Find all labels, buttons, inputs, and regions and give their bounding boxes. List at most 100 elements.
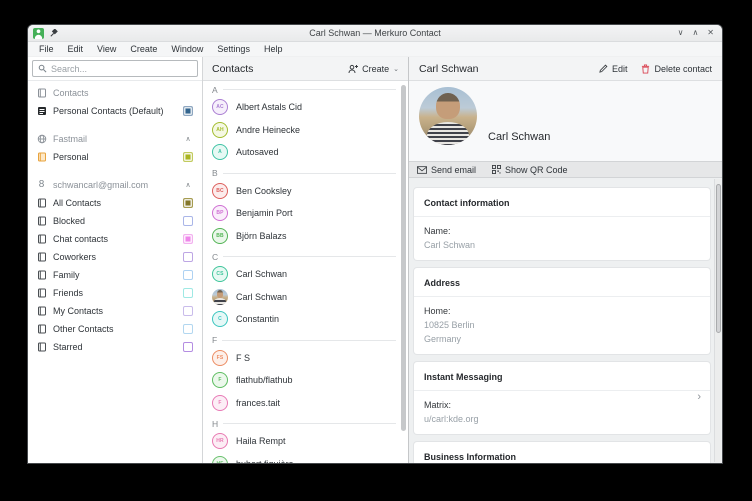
sidebar-item-all-contacts[interactable]: All Contacts [34,194,195,212]
create-button[interactable]: Create ⌄ [348,64,399,74]
sidebar-item-my-contacts[interactable]: My Contacts [34,302,195,320]
sidebar-list: Contacts Personal Contacts (Default) Fas… [28,81,202,463]
checkbox-chat-contacts[interactable] [183,234,193,244]
avatar: BB [212,228,228,244]
person-add-icon [348,64,358,74]
detail-scroll-area: Contact information Name: Carl Schwan Ad… [409,178,722,463]
contact-row[interactable]: F frances.tait [203,392,408,415]
menu-edit[interactable]: Edit [61,44,91,54]
contact-row[interactable]: AC Albert Astals Cid [203,96,408,119]
checkbox-family[interactable] [183,270,193,280]
chevron-up-icon[interactable]: ∧ [183,181,193,189]
checkbox-starred[interactable] [183,342,193,352]
field-label: Name: [424,226,700,236]
sidebar-item-other-contacts[interactable]: Other Contacts [34,320,195,338]
maximize-button[interactable]: ∧ [692,28,698,38]
contact-row[interactable]: FS F S [203,347,408,370]
card-title: Address [414,276,710,297]
contact-list: A AC Albert Astals Cid AH Andre Heinecke… [203,81,408,463]
contact-name: Ben Cooksley [236,186,292,196]
contact-row[interactable]: C Constantin [203,308,408,331]
card-title: Contact information [414,196,710,217]
address-book-icon [36,288,47,299]
menu-window[interactable]: Window [164,44,210,54]
card-title: Business Information [414,450,710,463]
minimize-button[interactable]: ∨ [678,28,684,38]
group-header: F [203,334,408,347]
contact-row[interactable]: F flathub/flathub [203,369,408,392]
field-value: 10825 Berlin [424,320,700,330]
qr-code-icon [492,165,501,174]
field-value: u/carl:kde.org [424,414,700,424]
checkbox-my-contacts[interactable] [183,306,193,316]
address-book-icon [36,342,47,353]
sidebar-item-personal[interactable]: Personal [34,148,195,166]
contact-row[interactable]: BP Benjamin Port [203,202,408,225]
search-icon [38,64,47,73]
contact-row[interactable]: HR Haila Rempt [203,430,408,453]
avatar: AC [212,99,228,115]
contact-actions-toolbar: Send email Show QR Code [409,161,722,178]
sidebar-item-label: Coworkers [53,252,177,262]
sidebar-item-friends[interactable]: Friends [34,284,195,302]
group-header: A [203,83,408,96]
menu-settings[interactable]: Settings [210,44,257,54]
card-title: Instant Messaging [414,370,710,391]
search-input[interactable] [51,64,192,74]
field-label: Matrix: [424,400,700,410]
checkbox-all-contacts[interactable] [183,198,193,208]
sidebar-item-blocked[interactable]: Blocked [34,212,195,230]
show-qr-code-button[interactable]: Show QR Code [492,165,568,175]
contact-row[interactable]: BC Ben Cooksley [203,180,408,203]
contact-row[interactable]: BB Björn Balazs [203,225,408,248]
sidebar-item-label: Starred [53,342,177,352]
checkbox-personal[interactable] [183,152,193,162]
menu-create[interactable]: Create [123,44,164,54]
checkbox-coworkers[interactable] [183,252,193,262]
sidebar-section-contacts[interactable]: Contacts [34,84,195,102]
close-button[interactable]: ✕ [707,28,714,38]
checkbox-blocked[interactable] [183,216,193,226]
contact-row[interactable]: CS Carl Schwan [203,263,408,286]
contacts-panel-title: Contacts [212,63,253,75]
menu-file[interactable]: File [32,44,61,54]
titlebar[interactable]: Carl Schwan — Merkuro Contact ∨ ∧ ✕ [28,25,722,42]
address-book-icon [36,324,47,335]
checkbox-friends[interactable] [183,288,193,298]
sidebar-item-personal-contacts-default[interactable]: Personal Contacts (Default) [34,102,195,120]
sidebar-section-gmail[interactable]: 8 schwancarl@gmail.com ∧ [34,176,195,194]
contact-row[interactable]: Carl Schwan [203,286,408,309]
menu-help[interactable]: Help [257,44,290,54]
send-email-button[interactable]: Send email [417,165,476,175]
address-book-icon [36,234,47,245]
contact-name: Constantin [236,314,279,324]
sidebar-item-coworkers[interactable]: Coworkers [34,248,195,266]
menu-view[interactable]: View [90,44,123,54]
detail-title: Carl Schwan [419,63,585,75]
contact-name: frances.tait [236,398,280,408]
card-instant-messaging[interactable]: Instant Messaging Matrix: u/carl:kde.org… [414,362,710,434]
contact-name: Carl Schwan [236,292,287,302]
field-label: Home: [424,306,700,316]
contact-list-scrollbar[interactable] [401,85,406,431]
contact-name: flathub/flathub [236,375,293,385]
edit-button[interactable]: Edit [599,64,628,74]
sidebar-item-family[interactable]: Family [34,266,195,284]
delete-contact-button[interactable]: Delete contact [641,64,712,74]
contact-row[interactable]: HF hubert figuière [203,453,408,464]
contact-name: Carl Schwan [236,269,287,279]
detail-scrollbar-thumb[interactable] [716,184,721,333]
chevron-up-icon[interactable]: ∧ [183,135,193,143]
contact-row[interactable]: A Autosaved [203,141,408,164]
checkbox-other-contacts[interactable] [183,324,193,334]
sidebar-item-starred[interactable]: Starred [34,338,195,356]
contact-display-name: Carl Schwan [488,131,550,143]
checkbox-personal-contacts[interactable] [183,106,193,116]
sidebar-item-chat-contacts[interactable]: Chat contacts [34,230,195,248]
avatar: FS [212,350,228,366]
sidebar-item-label: Chat contacts [53,234,177,244]
avatar: A [212,144,228,160]
contact-row[interactable]: AH Andre Heinecke [203,119,408,142]
sidebar-section-fastmail[interactable]: Fastmail ∧ [34,130,195,148]
search-box[interactable] [32,60,198,77]
